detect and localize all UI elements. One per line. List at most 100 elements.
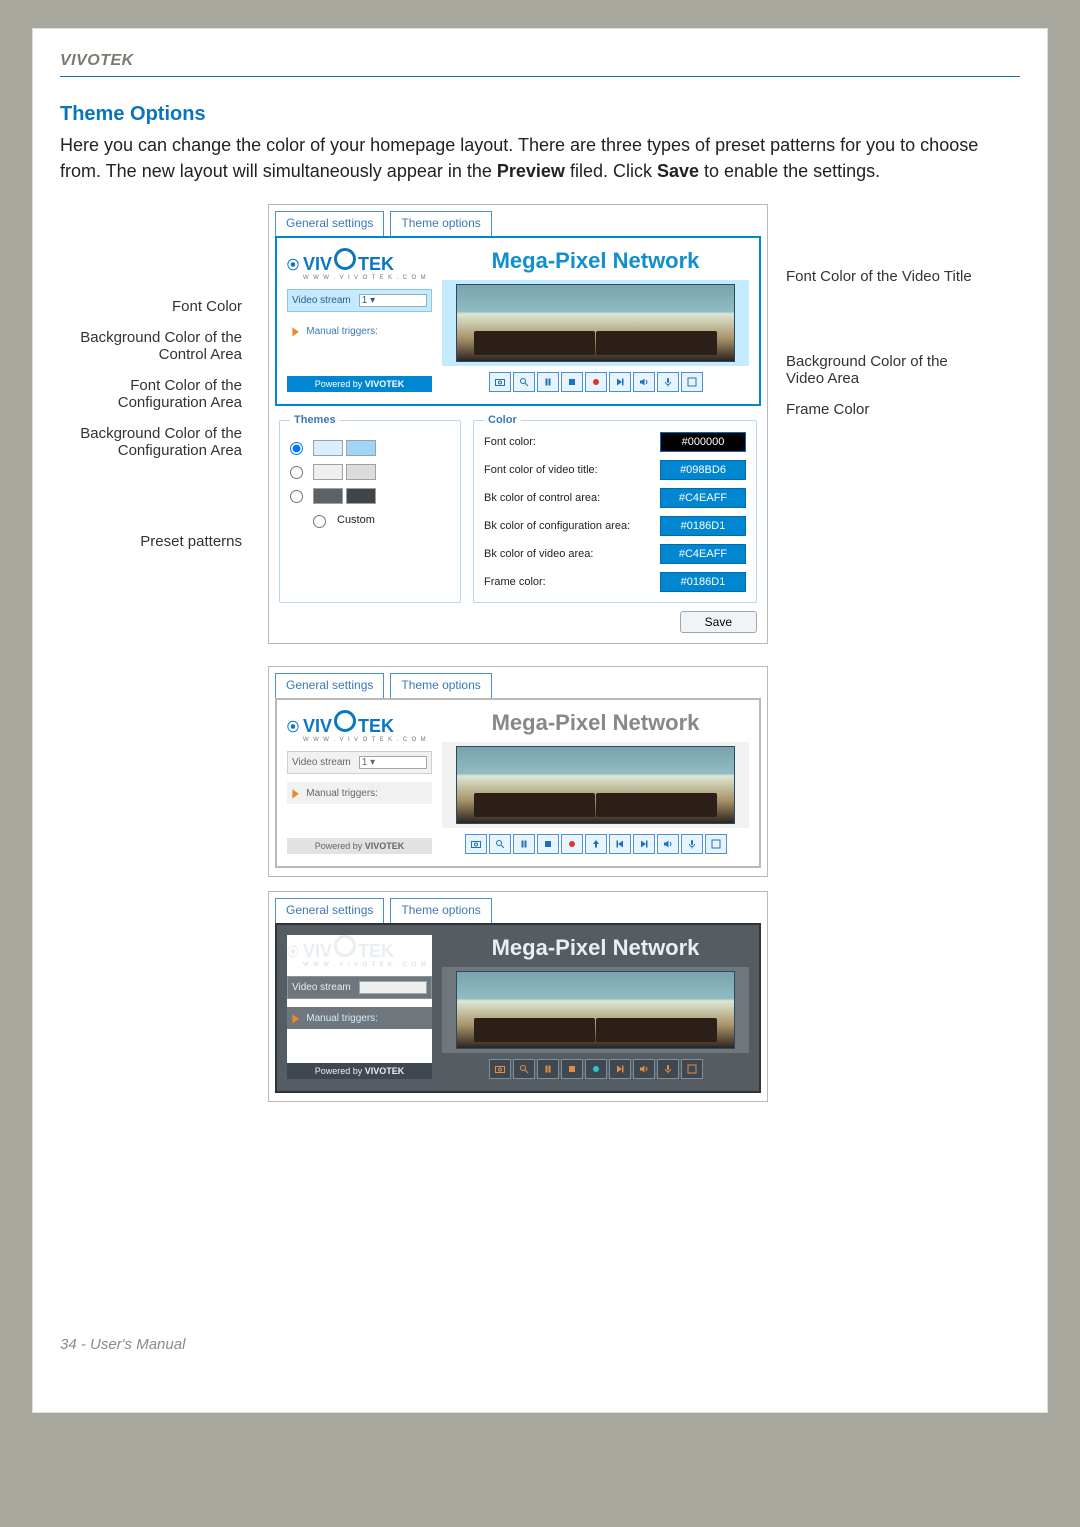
colors-fieldset: Color Font color: #000000 Font color of …	[473, 414, 757, 603]
manual-triggers-label: Manual triggers:	[306, 326, 378, 337]
tab-theme-d[interactable]: Theme options	[390, 898, 491, 923]
tab-theme-w[interactable]: Theme options	[390, 673, 491, 698]
tab-general-w[interactable]: General settings	[275, 673, 384, 698]
custom-label: Custom	[337, 514, 375, 526]
fullscreen-button[interactable]	[681, 1059, 703, 1079]
lower-panels: Themes Custom	[277, 414, 759, 603]
powered-prefix-d: Powered by	[315, 1066, 365, 1076]
manual-triggers-d[interactable]: ▶ Manual triggers:	[287, 1007, 432, 1029]
record-button[interactable]	[585, 1059, 607, 1079]
record-button[interactable]	[561, 834, 583, 854]
powered-prefix: Powered by	[315, 379, 365, 389]
mic-button[interactable]	[657, 1059, 679, 1079]
mic-button[interactable]	[657, 372, 679, 392]
video-stream-select-d[interactable]: 1 ▾	[359, 981, 427, 994]
preview-main: Mega-Pixel Network	[442, 248, 749, 392]
video-stream-select[interactable]: 1 ▾	[359, 294, 427, 307]
color-value-5[interactable]: #0186D1	[660, 572, 746, 592]
color-label-0: Font color:	[484, 436, 660, 448]
video-area	[442, 280, 749, 366]
tab-general[interactable]: General settings	[275, 211, 384, 236]
video-stream-control-d[interactable]: Video stream 1 ▾	[287, 976, 432, 999]
color-value-4[interactable]: #C4EAFF	[660, 544, 746, 564]
record-button[interactable]	[585, 372, 607, 392]
theme-custom[interactable]: Custom	[308, 512, 450, 528]
pause-button[interactable]	[537, 372, 559, 392]
callout-bg-control: Background Color of the Control Area	[60, 329, 250, 363]
theme-preset-blue[interactable]	[290, 440, 450, 456]
volume-up-button[interactable]	[633, 1059, 655, 1079]
logo-o-icon	[334, 248, 356, 270]
swatch-blue-icon	[313, 440, 376, 456]
volume-up-button[interactable]	[633, 372, 655, 392]
color-value-1[interactable]: #098BD6	[660, 460, 746, 480]
video-stream-select-w[interactable]: 1 ▾	[359, 756, 427, 769]
snapshot-button[interactable]	[465, 834, 487, 854]
zoom-button[interactable]	[513, 372, 535, 392]
snapshot-button[interactable]	[489, 1059, 511, 1079]
zoom-button[interactable]	[489, 834, 511, 854]
save-row: Save	[279, 611, 757, 633]
skip-back-button[interactable]	[609, 834, 631, 854]
swatch-dark-icon	[313, 488, 376, 504]
step-fwd-button[interactable]	[609, 1059, 631, 1079]
radio-preset-dark[interactable]	[290, 490, 303, 503]
video-title-d: Mega-Pixel Network	[492, 935, 700, 961]
radio-preset-gray[interactable]	[290, 466, 303, 479]
color-value-0[interactable]: #000000	[660, 432, 746, 452]
colors-legend: Color	[484, 414, 521, 426]
powered-brand: VIVOTEK	[365, 379, 405, 389]
callout-font-color: Font Color	[172, 298, 250, 315]
color-value-3[interactable]: #0186D1	[660, 516, 746, 536]
upload-button[interactable]	[585, 834, 607, 854]
powered-prefix-w: Powered by	[315, 841, 365, 851]
video-title-w: Mega-Pixel Network	[492, 710, 700, 736]
color-label-1: Font color of video title:	[484, 464, 660, 476]
tab-general-d[interactable]: General settings	[275, 898, 384, 923]
pause-button[interactable]	[513, 834, 535, 854]
snapshot-button[interactable]	[489, 372, 511, 392]
video-stream-control-w[interactable]: Video stream 1 ▾	[287, 751, 432, 774]
callout-font-config: Font Color of the Configuration Area	[60, 377, 250, 411]
color-value-2[interactable]: #C4EAFF	[660, 488, 746, 508]
stop-button[interactable]	[561, 372, 583, 392]
stop-button[interactable]	[537, 834, 559, 854]
chevron-right-icon: ▶	[292, 1011, 298, 1025]
fullscreen-button[interactable]	[681, 372, 703, 392]
radio-custom[interactable]	[313, 515, 326, 528]
mic-button[interactable]	[681, 834, 703, 854]
video-stream-control[interactable]: Video stream 1 ▾	[287, 289, 432, 312]
radio-preset-blue[interactable]	[290, 442, 303, 455]
stacked-previews: General settings Theme options ⦿ VIVTEKW…	[268, 666, 768, 1102]
stop-button[interactable]	[561, 1059, 583, 1079]
manual-triggers-w[interactable]: ▶ Manual triggers:	[287, 782, 432, 804]
pause-button[interactable]	[537, 1059, 559, 1079]
video-stream-value: 1	[362, 295, 368, 306]
logo-mark-icon: ⦿	[287, 256, 299, 273]
theme-preset-gray[interactable]	[290, 464, 450, 480]
preview-body: ⦿ VIVTEK W W W . V I V O T E K . C O M V…	[275, 236, 761, 406]
color-label-4: Bk color of video area:	[484, 548, 660, 560]
powered-brand-d: VIVOTEK	[365, 1066, 405, 1076]
zoom-button[interactable]	[513, 1059, 535, 1079]
preview-panel-blue: General settings Theme options ⦿ VIVTEK …	[268, 204, 768, 644]
tab-theme[interactable]: Theme options	[390, 211, 491, 236]
intro-bold-preview: Preview	[497, 161, 565, 181]
color-label-5: Frame color:	[484, 576, 660, 588]
swatch-gray-icon	[313, 464, 376, 480]
step-fwd-button[interactable]	[633, 834, 655, 854]
colors-grid: Font color: #000000 Font color of video …	[484, 432, 746, 592]
manual-triggers[interactable]: ▶ Manual triggers:	[287, 320, 432, 342]
save-button[interactable]: Save	[680, 611, 757, 633]
fullscreen-button[interactable]	[705, 834, 727, 854]
theme-preset-dark[interactable]	[290, 488, 450, 504]
intro-paragraph: Here you can change the color of your ho…	[60, 132, 1020, 184]
logo-mark-icon: ⦿	[287, 943, 299, 960]
themes-fieldset: Themes Custom	[279, 414, 461, 603]
intro-bold-save: Save	[657, 161, 699, 181]
preview-panel-dark: General settings Theme options ⦿ VIVTEKW…	[268, 891, 768, 1102]
header-divider	[60, 76, 1020, 77]
left-callouts: Font Color Background Color of the Contr…	[60, 204, 250, 550]
volume-up-button[interactable]	[657, 834, 679, 854]
step-fwd-button[interactable]	[609, 372, 631, 392]
